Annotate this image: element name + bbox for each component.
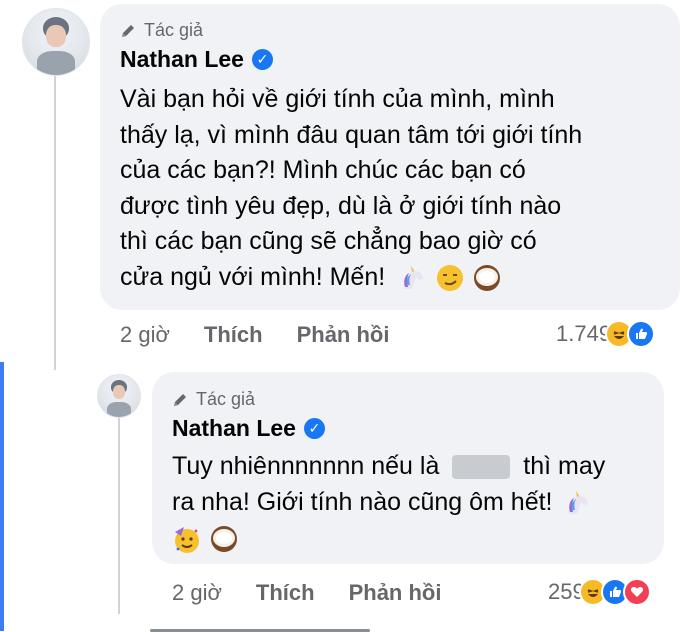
- verified-icon: ✓: [251, 49, 273, 70]
- reply-author-name[interactable]: Nathan Lee: [172, 415, 296, 442]
- party-face-emoji: [175, 527, 199, 554]
- reply-thread-line: [118, 414, 120, 614]
- reply-author-badge: Tác giả: [172, 389, 255, 410]
- unicorn-emoji: [569, 491, 589, 515]
- comment-line-text: cửa ngủ với mình! Mến!: [120, 262, 386, 291]
- verified-icon: ✓: [303, 418, 325, 439]
- comment-line: thấy lạ, vì mình đâu quan tâm tới giới t…: [120, 120, 583, 149]
- reply-emoji-line: [172, 520, 652, 556]
- reply-line-text: ra nha! Giới tính nào cũng ôm hết!: [172, 488, 553, 516]
- author-name[interactable]: Nathan Lee: [120, 46, 244, 73]
- reply-author-badge-label: Tác giả: [196, 389, 256, 409]
- reaction-summary[interactable]: 1.749: [556, 320, 656, 348]
- love-reaction-icon: [622, 578, 651, 606]
- author-badge: Tác giả: [120, 20, 203, 41]
- like-reaction-icon: [627, 320, 656, 348]
- coconut-emoji: [210, 526, 237, 553]
- reply-time[interactable]: 2 giờ: [172, 580, 222, 606]
- thread-line: [54, 70, 56, 370]
- reply-line-text: Tuy nhiênnnnnnn nếu là: [172, 452, 440, 480]
- pen-icon: [122, 24, 134, 37]
- comment-line: cửa ngủ với mình! Mến!: [120, 260, 660, 296]
- reply-button[interactable]: Phản hồi: [297, 322, 390, 348]
- censored-word: [452, 455, 511, 480]
- comment-time[interactable]: 2 giờ: [120, 322, 170, 348]
- reply-reply-button[interactable]: Phản hồi: [349, 580, 442, 606]
- comment-line: của các bạn?! Mình chúc các bạn có: [120, 156, 526, 184]
- like-button[interactable]: Thích: [204, 322, 263, 348]
- comment-line: Vài bạn hỏi về giới tính của mình, mình: [120, 85, 555, 113]
- smirk-emoji: [437, 264, 464, 291]
- comment-actions: 2 giờ Thích Phản hồi: [120, 322, 423, 348]
- comment-line: được tình yêu đẹp, dù là ở giới tính nào: [120, 191, 562, 220]
- comment-line: thì các bạn cũng sẽ chẳng bao giờ có: [120, 227, 537, 255]
- unicorn-emoji: [404, 265, 424, 289]
- author-badge-label: Tác giả: [144, 20, 204, 40]
- reply-line: Tuy nhiênnnnnnn nếu là thì may: [172, 448, 652, 484]
- reply-actions: 2 giờ Thích Phản hồi: [172, 580, 475, 606]
- reply-line: ra nha! Giới tính nào cũng ôm hết!: [172, 484, 652, 520]
- reply-like-button[interactable]: Thích: [256, 580, 315, 606]
- coconut-emoji: [474, 264, 501, 291]
- focus-accent-bar: [0, 362, 4, 631]
- author-name-row: Nathan Lee ✓: [120, 46, 273, 73]
- pen-icon: [174, 393, 186, 406]
- reply-avatar[interactable]: [97, 374, 141, 418]
- avatar[interactable]: [22, 8, 90, 76]
- reply-reaction-summary[interactable]: 259: [548, 578, 651, 606]
- reply-text: Tuy nhiênnnnnnn nếu là thì may ra nha! G…: [172, 448, 652, 556]
- comment-text: Vài bạn hỏi về giới tính của mình, mình …: [120, 82, 660, 295]
- reaction-count: 1.749: [556, 321, 612, 346]
- reply-author-name-row: Nathan Lee ✓: [172, 415, 325, 442]
- reply-line-text: thì may: [523, 452, 606, 480]
